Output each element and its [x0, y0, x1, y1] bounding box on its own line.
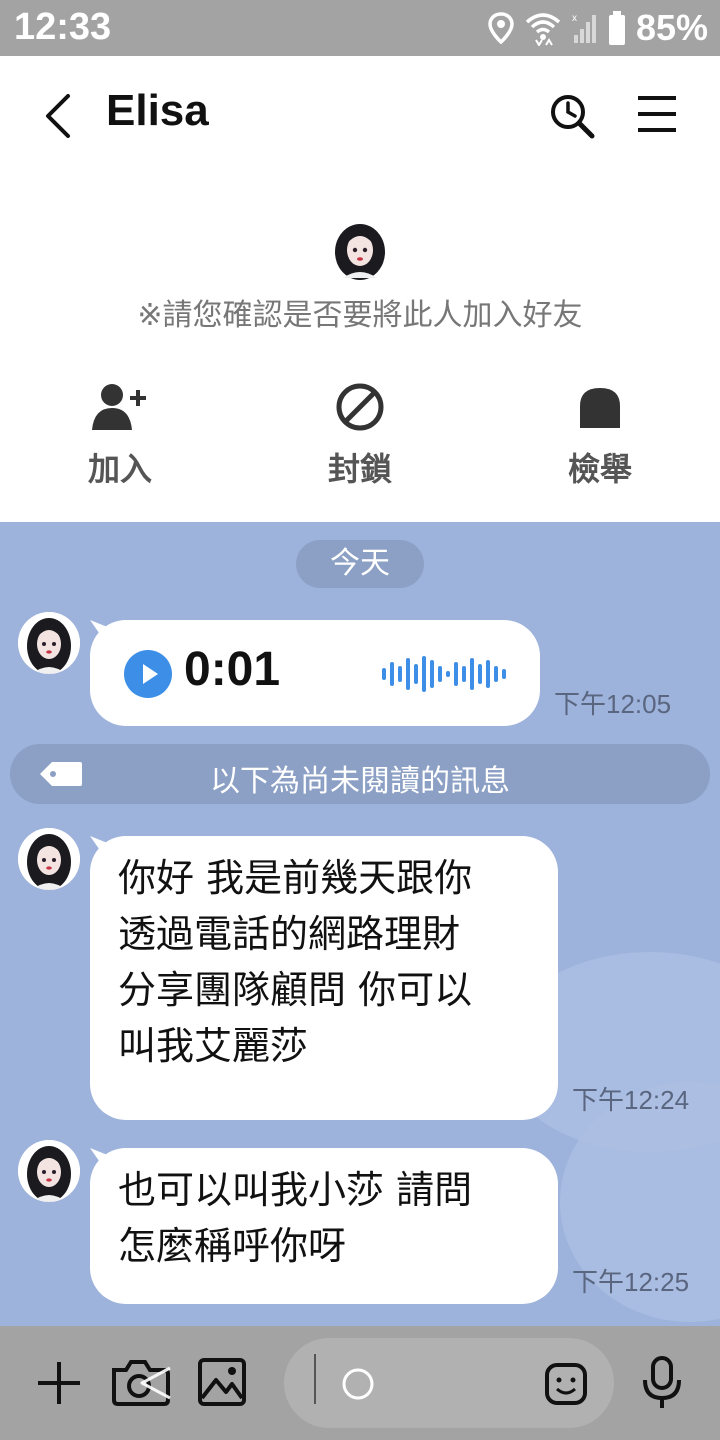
message-timestamp: 下午12:24	[572, 1085, 690, 1115]
block-button[interactable]: 封鎖	[280, 380, 440, 490]
battery-percent: 85%	[635, 7, 708, 48]
date-divider: 今天	[296, 540, 424, 588]
status-icons: x 85%	[488, 6, 708, 50]
unread-divider: 以下為尚未閱讀的訊息	[10, 744, 710, 804]
message-timestamp: 下午12:25	[572, 1267, 690, 1297]
add-friend-button[interactable]: 加入	[40, 380, 200, 490]
report-label: 檢舉	[567, 450, 632, 488]
message-input[interactable]	[284, 1338, 614, 1428]
emoji-icon[interactable]	[544, 1362, 588, 1406]
signal-icon: x	[572, 13, 596, 43]
wifi-icon	[525, 13, 561, 46]
microphone-icon[interactable]	[642, 1356, 682, 1410]
play-button[interactable]	[124, 650, 172, 698]
block-icon	[336, 383, 384, 431]
page-title: Elisa	[106, 86, 209, 135]
message-input-bar	[0, 1326, 720, 1440]
block-label: 封鎖	[327, 450, 392, 488]
add-friend-notice: ※請您確認是否要將此人加入好友	[137, 298, 583, 333]
status-time: 12:33	[14, 6, 112, 48]
report-icon	[580, 388, 620, 428]
text-message-bubble[interactable]: 你好 我是前幾天跟你 透過電話的網路理財 分享團隊顧問 你可以 叫我艾麗莎	[90, 836, 558, 1120]
message-text: 你好 我是前幾天跟你 透過電話的網路理財 分享團隊顧問 你可以 叫我艾麗莎	[118, 856, 473, 1068]
nav-divider	[314, 1354, 316, 1404]
clock-search-icon[interactable]	[548, 92, 596, 140]
text-message-bubble[interactable]: 也可以叫我小莎 請問 怎麼稱呼你呀	[90, 1148, 558, 1304]
status-bar: 12:33 x 85%	[0, 0, 720, 56]
battery-icon	[608, 11, 625, 45]
avatar[interactable]	[18, 612, 80, 674]
image-icon[interactable]	[198, 1358, 246, 1406]
back-nav-icon[interactable]	[136, 1364, 174, 1402]
report-button[interactable]: 檢舉	[520, 380, 680, 490]
avatar[interactable]	[333, 220, 387, 282]
voice-duration: 0:01	[184, 643, 281, 696]
waveform-icon	[382, 656, 506, 692]
add-friend-label: 加入	[87, 450, 152, 488]
location-icon	[488, 12, 514, 44]
hamburger-menu-icon[interactable]	[636, 94, 678, 134]
add-user-icon	[92, 384, 146, 430]
home-nav-icon[interactable]	[340, 1366, 376, 1402]
plus-icon[interactable]	[36, 1360, 82, 1406]
chevron-left-icon[interactable]	[38, 92, 82, 140]
message-text: 也可以叫我小莎 請問 怎麼稱呼你呀	[118, 1168, 473, 1268]
unread-divider-label: 以下為尚未閱讀的訊息	[210, 764, 510, 799]
avatar[interactable]	[18, 1140, 80, 1202]
chat-header: Elisa	[0, 56, 720, 176]
svg-text:x: x	[572, 13, 577, 24]
chat-area[interactable]: 今天 0:01 下午12:05 以下為尚未閱讀的訊息 你好 我是前幾天跟你 透過…	[0, 522, 720, 1326]
message-timestamp: 下午12:05	[554, 689, 672, 719]
play-icon	[143, 664, 158, 684]
voice-message-bubble[interactable]: 0:01	[90, 620, 540, 726]
avatar[interactable]	[18, 828, 80, 890]
